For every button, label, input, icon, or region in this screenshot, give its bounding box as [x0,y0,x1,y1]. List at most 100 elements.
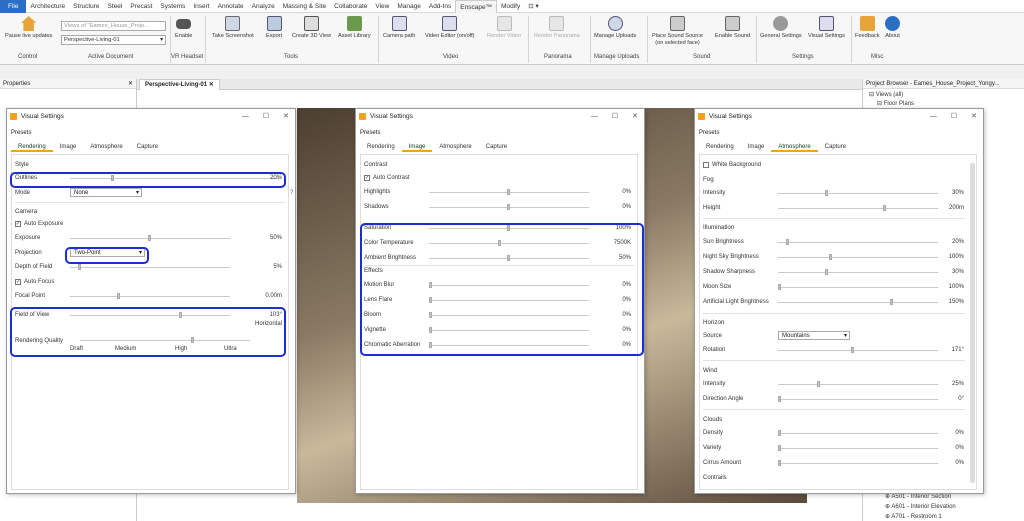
night-sky-slider[interactable] [778,254,938,260]
menu-annotate[interactable]: Annotate [214,0,248,13]
place-sound-button[interactable]: Place Sound Source (on selected face) [652,16,703,46]
manage-uploads-button[interactable]: Manage Uploads [594,16,636,40]
minimize-icon[interactable]: — [242,109,249,124]
auto-contrast-checkbox[interactable]: ✓ [364,175,370,181]
menu-extra[interactable]: ⊡ ▾ [524,0,543,13]
menu-insert[interactable]: Insert [189,0,213,13]
wind-intensity-slider[interactable] [778,381,938,387]
visual-settings-button[interactable]: Visual Settings [808,16,845,40]
video-editor-button[interactable]: Video Editor (on/off) [425,16,475,40]
slider-thumb[interactable] [148,235,151,241]
slider-thumb[interactable] [778,396,781,402]
artificial-light-slider[interactable] [778,299,938,305]
fog-height-slider[interactable] [778,205,938,211]
menu-file[interactable]: File [0,0,27,13]
close-icon[interactable]: ✕ [971,109,977,124]
moon-size-slider[interactable] [778,284,938,290]
project-dropdown[interactable]: Views of "Eames_House_Proje... [61,21,166,31]
menu-enscape[interactable]: Enscape™ [455,0,498,13]
presets-label[interactable]: Presets [11,130,31,136]
slider-thumb[interactable] [778,445,781,451]
help-icon[interactable]: ? [290,190,293,196]
presets-label[interactable]: Presets [360,130,380,136]
render-video-button[interactable]: Render Video [487,16,521,40]
slider-thumb[interactable] [77,264,81,270]
tree-floor-plans[interactable]: ⊟ Floor Plans [877,100,914,107]
fog-intensity-slider[interactable] [778,190,938,196]
source-dropdown[interactable]: Mountains ▾ [778,331,850,340]
slider-thumb[interactable] [778,430,781,436]
slider-thumb[interactable] [778,460,781,466]
close-icon[interactable]: ✕ [283,109,289,124]
variety-slider[interactable] [778,445,938,451]
slider-thumb[interactable] [507,204,510,210]
auto-focus-checkbox[interactable]: ✓ [15,279,21,285]
dof-slider[interactable] [70,264,230,270]
cirrus-amount-slider[interactable] [778,460,938,466]
density-slider[interactable] [778,430,938,436]
tree-item[interactable]: ⊕ A501 - Interior Section [885,493,951,500]
tab-atmosphere[interactable]: Atmosphere [432,142,478,152]
tab-perspective-living[interactable]: Perspective-Living-01 ✕ [139,79,220,90]
menu-analyze[interactable]: Analyze [248,0,279,13]
menu-massing[interactable]: Massing & Site [279,0,330,13]
take-screenshot-button[interactable]: Take Screenshot [212,16,254,40]
export-button[interactable]: Export [266,16,282,40]
menu-steel[interactable]: Steel [104,0,127,13]
tab-image[interactable]: Image [53,142,84,152]
slider-thumb[interactable] [824,269,828,275]
tree-item[interactable]: ⊕ A601 - Interior Elevation [885,503,956,510]
tab-capture[interactable]: Capture [479,142,514,152]
enable-sound-button[interactable]: Enable Sound [715,16,750,40]
tab-rendering[interactable]: Rendering [360,142,402,152]
slider-thumb[interactable] [778,284,781,290]
close-icon[interactable]: ✕ [128,79,136,89]
minimize-icon[interactable]: — [930,109,937,124]
tab-rendering[interactable]: Rendering [699,142,741,152]
sun-brightness-slider[interactable] [778,239,938,245]
slider-thumb[interactable] [824,190,828,196]
shadow-sharpness-slider[interactable] [778,269,938,275]
vr-enable-button[interactable]: Enable [175,16,192,40]
slider-thumb[interactable] [851,347,855,353]
tab-capture[interactable]: Capture [130,142,165,152]
menu-precast[interactable]: Precast [126,0,156,13]
tab-image[interactable]: Image [401,142,433,152]
asset-library-button[interactable]: Asset Library [338,16,371,40]
minimize-icon[interactable]: — [591,109,598,124]
menu-systems[interactable]: Systems [156,0,189,13]
tree-views[interactable]: ⊟ Views (all) [869,91,903,98]
tree-item[interactable]: ⊕ A701 - Restroom 1 [885,513,942,520]
render-panorama-button[interactable]: Render Panorama [534,16,580,40]
menu-modify[interactable]: Modify [497,0,524,13]
tab-capture[interactable]: Capture [818,142,853,152]
feedback-button[interactable]: Feedback [855,16,880,40]
direction-angle-slider[interactable] [778,396,938,402]
white-background-checkbox[interactable] [703,162,709,168]
menu-view[interactable]: View [371,0,393,13]
tab-atmosphere[interactable]: Atmosphere [771,142,818,152]
highlights-slider[interactable] [429,189,589,195]
slider-thumb[interactable] [890,299,894,305]
tab-rendering[interactable]: Rendering [11,142,53,152]
tab-image[interactable]: Image [741,142,772,152]
slider-thumb[interactable] [882,205,886,211]
shadows-slider[interactable] [429,204,589,210]
maximize-icon[interactable]: ☐ [263,109,269,124]
slider-thumb[interactable] [829,254,833,260]
pause-updates-button[interactable]: Pause live updates [5,16,52,40]
exposure-slider[interactable] [70,235,230,241]
camera-path-button[interactable]: Camera path [383,16,415,40]
slider-thumb[interactable] [116,293,120,299]
general-settings-button[interactable]: General Settings [760,16,802,40]
create-3d-view-button[interactable]: Create 3D View [292,16,331,40]
rotation-slider[interactable] [778,347,938,353]
close-icon[interactable]: ✕ [209,82,214,88]
maximize-icon[interactable]: ☐ [951,109,957,124]
mode-dropdown[interactable]: None ▾ [70,188,142,197]
menu-manage[interactable]: Manage [393,0,425,13]
maximize-icon[interactable]: ☐ [612,109,618,124]
tab-atmosphere[interactable]: Atmosphere [83,142,129,152]
menu-collaborate[interactable]: Collaborate [330,0,371,13]
menu-structure[interactable]: Structure [69,0,103,13]
